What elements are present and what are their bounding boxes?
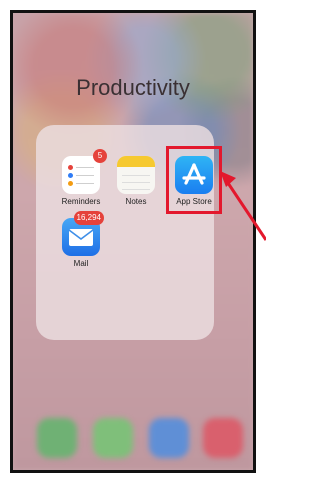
reminders-app[interactable]: 5 Reminders [57,149,107,206]
music-app-icon[interactable] [203,418,243,458]
mail-app[interactable]: 16,294 Mail [57,211,105,268]
reminders-icon: 5 [62,149,107,194]
safari-app-icon[interactable] [149,418,189,458]
app-store-highlight-box [166,146,222,214]
notes-icon [117,156,155,194]
mail-icon: 16,294 [62,211,104,256]
notification-badge: 16,294 [73,211,104,225]
app-label: Mail [73,259,89,268]
app-label: Reminders [61,197,101,206]
phone-app-icon[interactable] [37,418,77,458]
notes-app[interactable]: Notes [112,156,160,206]
messages-app-icon[interactable] [93,418,133,458]
folder-title[interactable]: Productivity [13,75,253,101]
notification-badge: 5 [93,149,107,163]
app-label: Notes [125,197,147,206]
